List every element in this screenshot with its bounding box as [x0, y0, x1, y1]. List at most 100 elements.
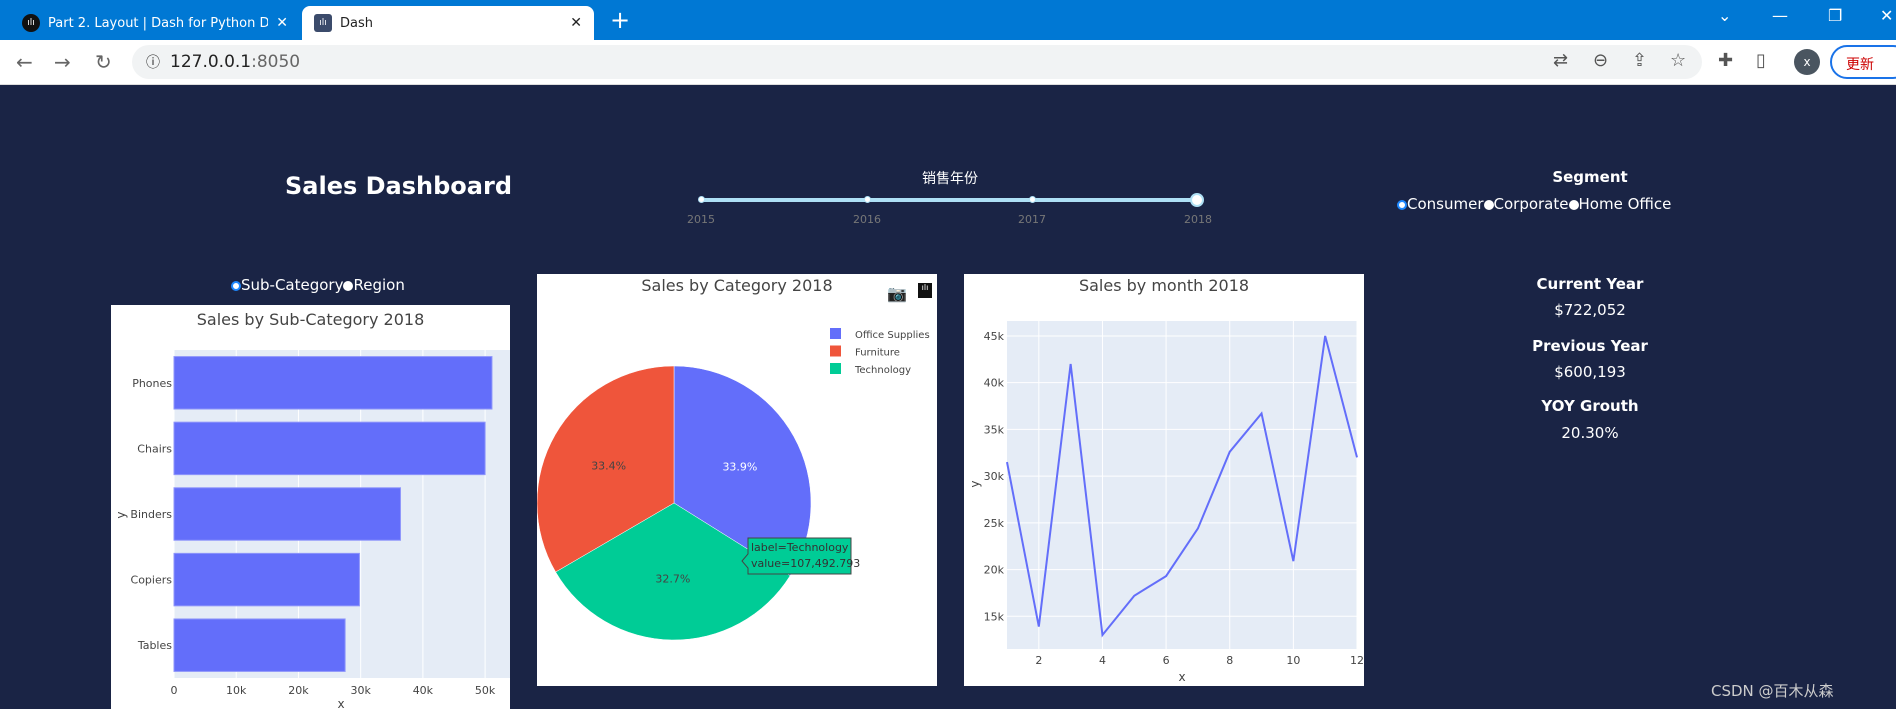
- y-tick-label: Tables: [137, 639, 172, 652]
- slider-mark[interactable]: [864, 196, 871, 203]
- dash-icon: ılı: [22, 14, 40, 32]
- kpi-previous-year-label: Previous Year: [1532, 337, 1648, 355]
- y-tick-label: Copiers: [131, 574, 173, 587]
- browser-tab-bar: ılı Part 2. Layout | Dash for Python D ✕ ı…: [0, 0, 1896, 40]
- radio-home-office[interactable]: Home Office: [1568, 195, 1672, 213]
- bar-chart[interactable]: 0 10k 20k 30k 40k 50k Phones Chairs Binders Copie…: [111, 305, 510, 709]
- radio-icon: [1483, 200, 1494, 210]
- y-tick-label: 40k: [984, 377, 1005, 390]
- close-icon[interactable]: ✕: [276, 15, 288, 31]
- avatar[interactable]: x: [1794, 49, 1820, 75]
- bar: [173, 356, 493, 410]
- tooltip-label: label=Technology: [751, 541, 849, 554]
- x-tick-label: 30k: [350, 684, 371, 697]
- reload-icon[interactable]: ↻: [95, 50, 112, 74]
- x-axis-label: x: [337, 697, 344, 709]
- slider-mark[interactable]: [1029, 196, 1036, 203]
- restore-icon[interactable]: ❐: [1828, 6, 1842, 25]
- slider-label: 销售年份: [922, 171, 978, 187]
- y-tick-label: Phones: [132, 377, 172, 390]
- slider-tick: 2017: [1018, 213, 1046, 226]
- radio-label: Home Office: [1578, 195, 1672, 213]
- kpi-yoy-label: YOY Grouth: [1541, 397, 1639, 415]
- segment-radio-group: Consumer Corporate Home Office: [1397, 195, 1671, 213]
- radio-icon: [343, 281, 354, 291]
- legend-item: Furniture: [855, 348, 900, 359]
- bar: [173, 618, 346, 672]
- translate-icon[interactable]: ⇄: [1553, 50, 1568, 71]
- y-axis-label: y: [968, 480, 982, 487]
- bar: [173, 421, 486, 476]
- browser-toolbar: ← → ↻ ⓘ 127.0.0.1:8050 ⇄ ⊖ ⇪ ☆ ✚ ▯ x 更新: [0, 40, 1896, 85]
- close-icon[interactable]: ✕: [570, 15, 582, 31]
- kpi-previous-year-value: $600,193: [1554, 363, 1626, 381]
- sidepanel-icon[interactable]: ▯: [1756, 50, 1766, 71]
- y-tick-label: 35k: [984, 423, 1005, 436]
- url-port: :8050: [251, 52, 301, 72]
- y-tick-label: 25k: [984, 517, 1005, 530]
- pie-chart-card: Sales by Category 2018 📷 ılı 33.9% 32.7% 3…: [537, 274, 937, 686]
- radio-icon: [1397, 200, 1407, 210]
- x-tick-label: 4: [1099, 654, 1106, 667]
- tab-search-icon[interactable]: ⌄: [1718, 6, 1731, 25]
- bar: [173, 487, 401, 541]
- slider-tick: 2015: [687, 213, 715, 226]
- slider-mark[interactable]: [698, 196, 705, 203]
- radio-sub-category[interactable]: Sub-Category: [231, 276, 343, 294]
- kpi-current-year-label: Current Year: [1536, 275, 1644, 293]
- bar-chart-card: Sales by Sub-Category 2018 0 10k 20k 30k 40k…: [111, 305, 510, 709]
- new-tab-icon[interactable]: +: [610, 6, 630, 34]
- share-icon[interactable]: ⇪: [1632, 50, 1647, 71]
- star-icon[interactable]: ☆: [1670, 50, 1686, 71]
- radio-icon: [231, 281, 241, 291]
- extensions-icon[interactable]: ✚: [1718, 50, 1733, 71]
- slider-tick: 2018: [1184, 213, 1212, 226]
- y-tick-label: 15k: [984, 610, 1005, 623]
- tab-dash-docs[interactable]: ılı Part 2. Layout | Dash for Python D ✕: [10, 6, 300, 40]
- year-slider-track[interactable]: [701, 198, 1197, 202]
- x-tick-label: 10: [1286, 654, 1300, 667]
- legend-item: Office Supplies: [855, 330, 930, 341]
- slice-label: 32.7%: [655, 572, 690, 585]
- slice-label: 33.4%: [591, 459, 626, 472]
- minimize-icon[interactable]: —: [1772, 6, 1788, 25]
- slice-label: 33.9%: [722, 460, 757, 473]
- radio-label: Region: [353, 276, 405, 294]
- x-tick-label: 20k: [288, 684, 309, 697]
- legend-swatch: [830, 363, 841, 374]
- y-tick-label: 30k: [984, 470, 1005, 483]
- forward-icon[interactable]: →: [54, 50, 71, 74]
- legend-swatch: [830, 345, 841, 357]
- update-button[interactable]: 更新: [1830, 45, 1896, 79]
- tab-dash[interactable]: ılı Dash ✕: [302, 6, 594, 40]
- info-icon: ⓘ: [146, 55, 160, 71]
- zoom-icon[interactable]: ⊖: [1593, 50, 1608, 71]
- y-tick-label: 20k: [984, 564, 1005, 577]
- segment-label: Segment: [1552, 168, 1628, 186]
- radio-label: Consumer: [1407, 195, 1484, 213]
- watermark: CSDN @百木从森: [1711, 682, 1834, 700]
- y-tick-label: 45k: [984, 330, 1005, 343]
- radio-corporate[interactable]: Corporate: [1483, 195, 1569, 213]
- pie-chart[interactable]: 33.9% 32.7% 33.4% Office Supplies Furniture T…: [537, 274, 937, 686]
- legend-item: Technology: [854, 365, 911, 376]
- x-tick-label: 0: [171, 684, 178, 697]
- tab-title: Part 2. Layout | Dash for Python D: [48, 15, 269, 31]
- address-bar[interactable]: ⓘ 127.0.0.1:8050: [132, 45, 1702, 79]
- slider-handle[interactable]: [1190, 193, 1204, 207]
- radio-region[interactable]: Region: [343, 276, 405, 294]
- close-window-icon[interactable]: ✕: [1880, 6, 1893, 25]
- x-tick-label: 12: [1350, 654, 1364, 667]
- y-axis-label: y: [114, 511, 128, 518]
- line-chart[interactable]: 2 4 6 8 10 12 15k 20k 25k 30k 35k 40k 45k x y: [964, 274, 1364, 686]
- x-tick-label: 6: [1163, 654, 1170, 667]
- radio-consumer[interactable]: Consumer: [1397, 195, 1484, 213]
- x-tick-label: 10k: [226, 684, 247, 697]
- line-chart-card: Sales by month 2018 2 4 6 8 10 12 15k 20k 25k 30k…: [964, 274, 1364, 686]
- kpi-yoy-value: 20.30%: [1561, 424, 1619, 442]
- url-host: 127.0.0.1: [170, 52, 252, 72]
- slider-tick: 2016: [853, 213, 881, 226]
- radio-icon: [1568, 200, 1579, 210]
- back-icon[interactable]: ←: [16, 50, 33, 74]
- tooltip-value: value=107,492.793: [751, 557, 860, 570]
